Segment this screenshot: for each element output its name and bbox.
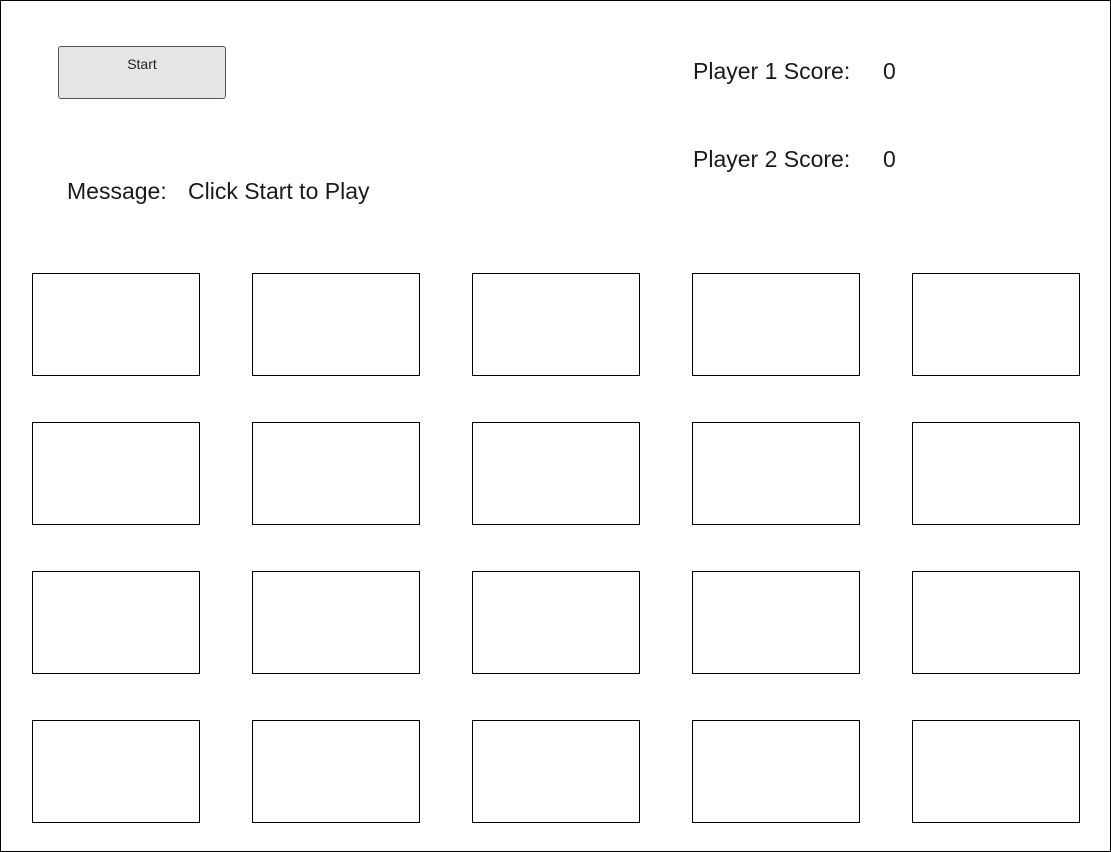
player1-score-value: 0	[883, 58, 896, 84]
card-slot[interactable]	[472, 571, 640, 674]
message-label: Message:	[67, 178, 167, 204]
card-slot[interactable]	[472, 422, 640, 525]
card-slot[interactable]	[252, 571, 420, 674]
card-slot[interactable]	[472, 720, 640, 823]
player2-score-label: Player 2 Score:	[693, 146, 851, 172]
card-slot[interactable]	[912, 571, 1080, 674]
message-text: Click Start to Play	[188, 178, 370, 204]
card-slot[interactable]	[912, 422, 1080, 525]
card-slot[interactable]	[472, 273, 640, 376]
player2-score-value: 0	[883, 146, 896, 172]
card-slot[interactable]	[912, 273, 1080, 376]
card-slot[interactable]	[692, 720, 860, 823]
card-slot[interactable]	[32, 720, 200, 823]
card-slot[interactable]	[912, 720, 1080, 823]
player1-score-label: Player 1 Score:	[693, 58, 851, 84]
card-slot[interactable]	[692, 571, 860, 674]
card-slot[interactable]	[32, 571, 200, 674]
card-slot[interactable]	[32, 422, 200, 525]
card-slot[interactable]	[252, 720, 420, 823]
card-slot[interactable]	[692, 273, 860, 376]
card-slot[interactable]	[692, 422, 860, 525]
game-window: Start Player 1 Score: 0 Player 2 Score: …	[0, 0, 1111, 852]
card-slot[interactable]	[252, 422, 420, 525]
start-button[interactable]: Start	[58, 46, 226, 99]
card-slot[interactable]	[32, 273, 200, 376]
card-slot[interactable]	[252, 273, 420, 376]
